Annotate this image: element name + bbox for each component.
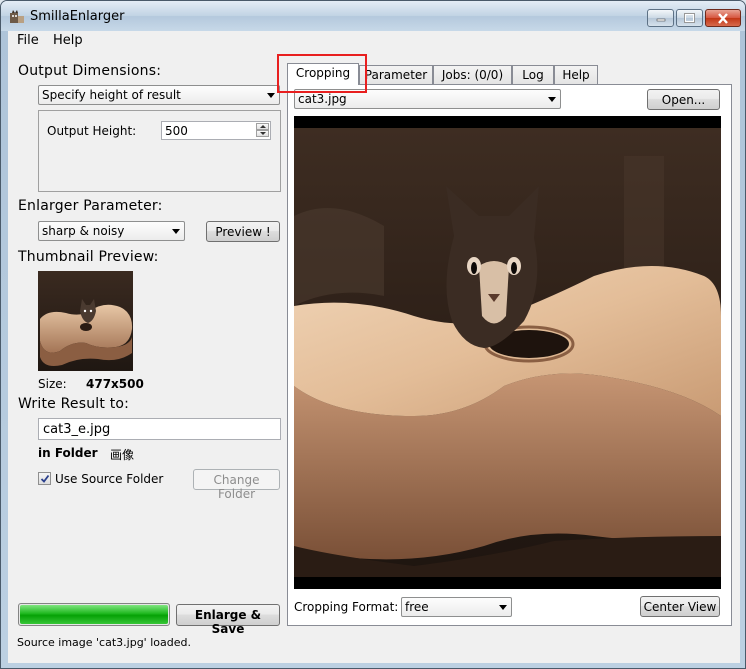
- chevron-down-icon: [172, 229, 180, 234]
- use-source-folder-checkbox[interactable]: [38, 472, 51, 485]
- tab-highlight-box: [277, 54, 367, 93]
- spin-buttons[interactable]: [256, 123, 269, 138]
- cropping-format-value: free: [405, 600, 429, 614]
- use-source-folder-label[interactable]: Use Source Folder: [55, 472, 163, 486]
- title-bar[interactable]: SmillaEnlarger: [1, 1, 745, 31]
- tab-jobs[interactable]: Jobs: (0/0): [433, 65, 512, 84]
- thumbnail-preview-label: Thumbnail Preview:: [18, 249, 159, 265]
- app-window: SmillaEnlarger File Help Output Dimensio…: [0, 0, 746, 669]
- parameter-preset-value: sharp & noisy: [42, 224, 125, 238]
- close-icon: [718, 12, 728, 24]
- client-area: File Help Output Dimensions: Specify hei…: [8, 31, 740, 663]
- tab-help[interactable]: Help: [554, 65, 598, 84]
- output-filename-field[interactable]: cat3_e.jpg: [38, 418, 281, 440]
- cat-guitar-image[interactable]: [294, 116, 721, 589]
- in-folder-label: in Folder: [38, 446, 98, 460]
- dimension-mode-select[interactable]: Specify height of result: [38, 85, 280, 105]
- tab-parameter[interactable]: Parameter: [359, 65, 433, 84]
- output-height-value: 500: [165, 124, 188, 138]
- menu-bar: File Help: [8, 31, 740, 51]
- output-dimensions-box: Output Height: 500: [38, 110, 281, 192]
- menu-file[interactable]: File: [14, 33, 42, 48]
- tab-log[interactable]: Log: [512, 65, 554, 84]
- status-message: Source image 'cat3.jpg' loaded.: [17, 636, 191, 649]
- chevron-down-icon: [548, 97, 556, 102]
- source-file-value: cat3.jpg: [298, 92, 347, 106]
- open-button[interactable]: Open...: [647, 89, 720, 110]
- preview-button[interactable]: Preview !: [206, 221, 280, 242]
- chevron-down-icon: [267, 93, 275, 98]
- progress-fill: [20, 605, 168, 624]
- progress-bar: [18, 603, 170, 626]
- thumbnail-image: [38, 271, 133, 371]
- spin-up-icon[interactable]: [256, 123, 269, 130]
- checkmark-icon: [40, 474, 50, 483]
- crop-image-area[interactable]: [294, 116, 721, 589]
- menu-help[interactable]: Help: [50, 33, 86, 48]
- size-label: Size:: [38, 377, 67, 391]
- center-view-button[interactable]: Center View: [640, 596, 720, 617]
- window-title: SmillaEnlarger: [30, 9, 125, 24]
- cropping-format-select[interactable]: free: [401, 597, 512, 617]
- output-height-label: Output Height:: [47, 124, 137, 138]
- output-height-spinbox[interactable]: 500: [161, 121, 271, 140]
- maximize-button[interactable]: [676, 9, 703, 27]
- spin-down-icon[interactable]: [256, 130, 269, 137]
- cropping-panel: cat3.jpg Open... Cropping Format: free C…: [287, 84, 732, 626]
- enlarger-parameter-label: Enlarger Parameter:: [18, 198, 163, 214]
- minimize-button[interactable]: [647, 9, 674, 27]
- close-button[interactable]: [705, 9, 741, 27]
- cropping-format-label: Cropping Format:: [294, 600, 399, 614]
- parameter-preset-select[interactable]: sharp & noisy: [38, 221, 185, 241]
- minimize-icon: [656, 18, 665, 22]
- chevron-down-icon: [499, 605, 507, 610]
- enlarge-save-button[interactable]: Enlarge & Save: [176, 604, 280, 636]
- app-cat-icon: [10, 10, 24, 23]
- output-dimensions-label: Output Dimensions:: [18, 63, 162, 79]
- change-folder-button[interactable]: Change Folder: [193, 469, 280, 501]
- dimension-mode-value: Specify height of result: [42, 88, 181, 102]
- maximize-icon: [684, 13, 695, 23]
- folder-value: 画像: [110, 448, 135, 462]
- write-result-label: Write Result to:: [18, 396, 130, 412]
- size-value: 477x500: [86, 377, 144, 391]
